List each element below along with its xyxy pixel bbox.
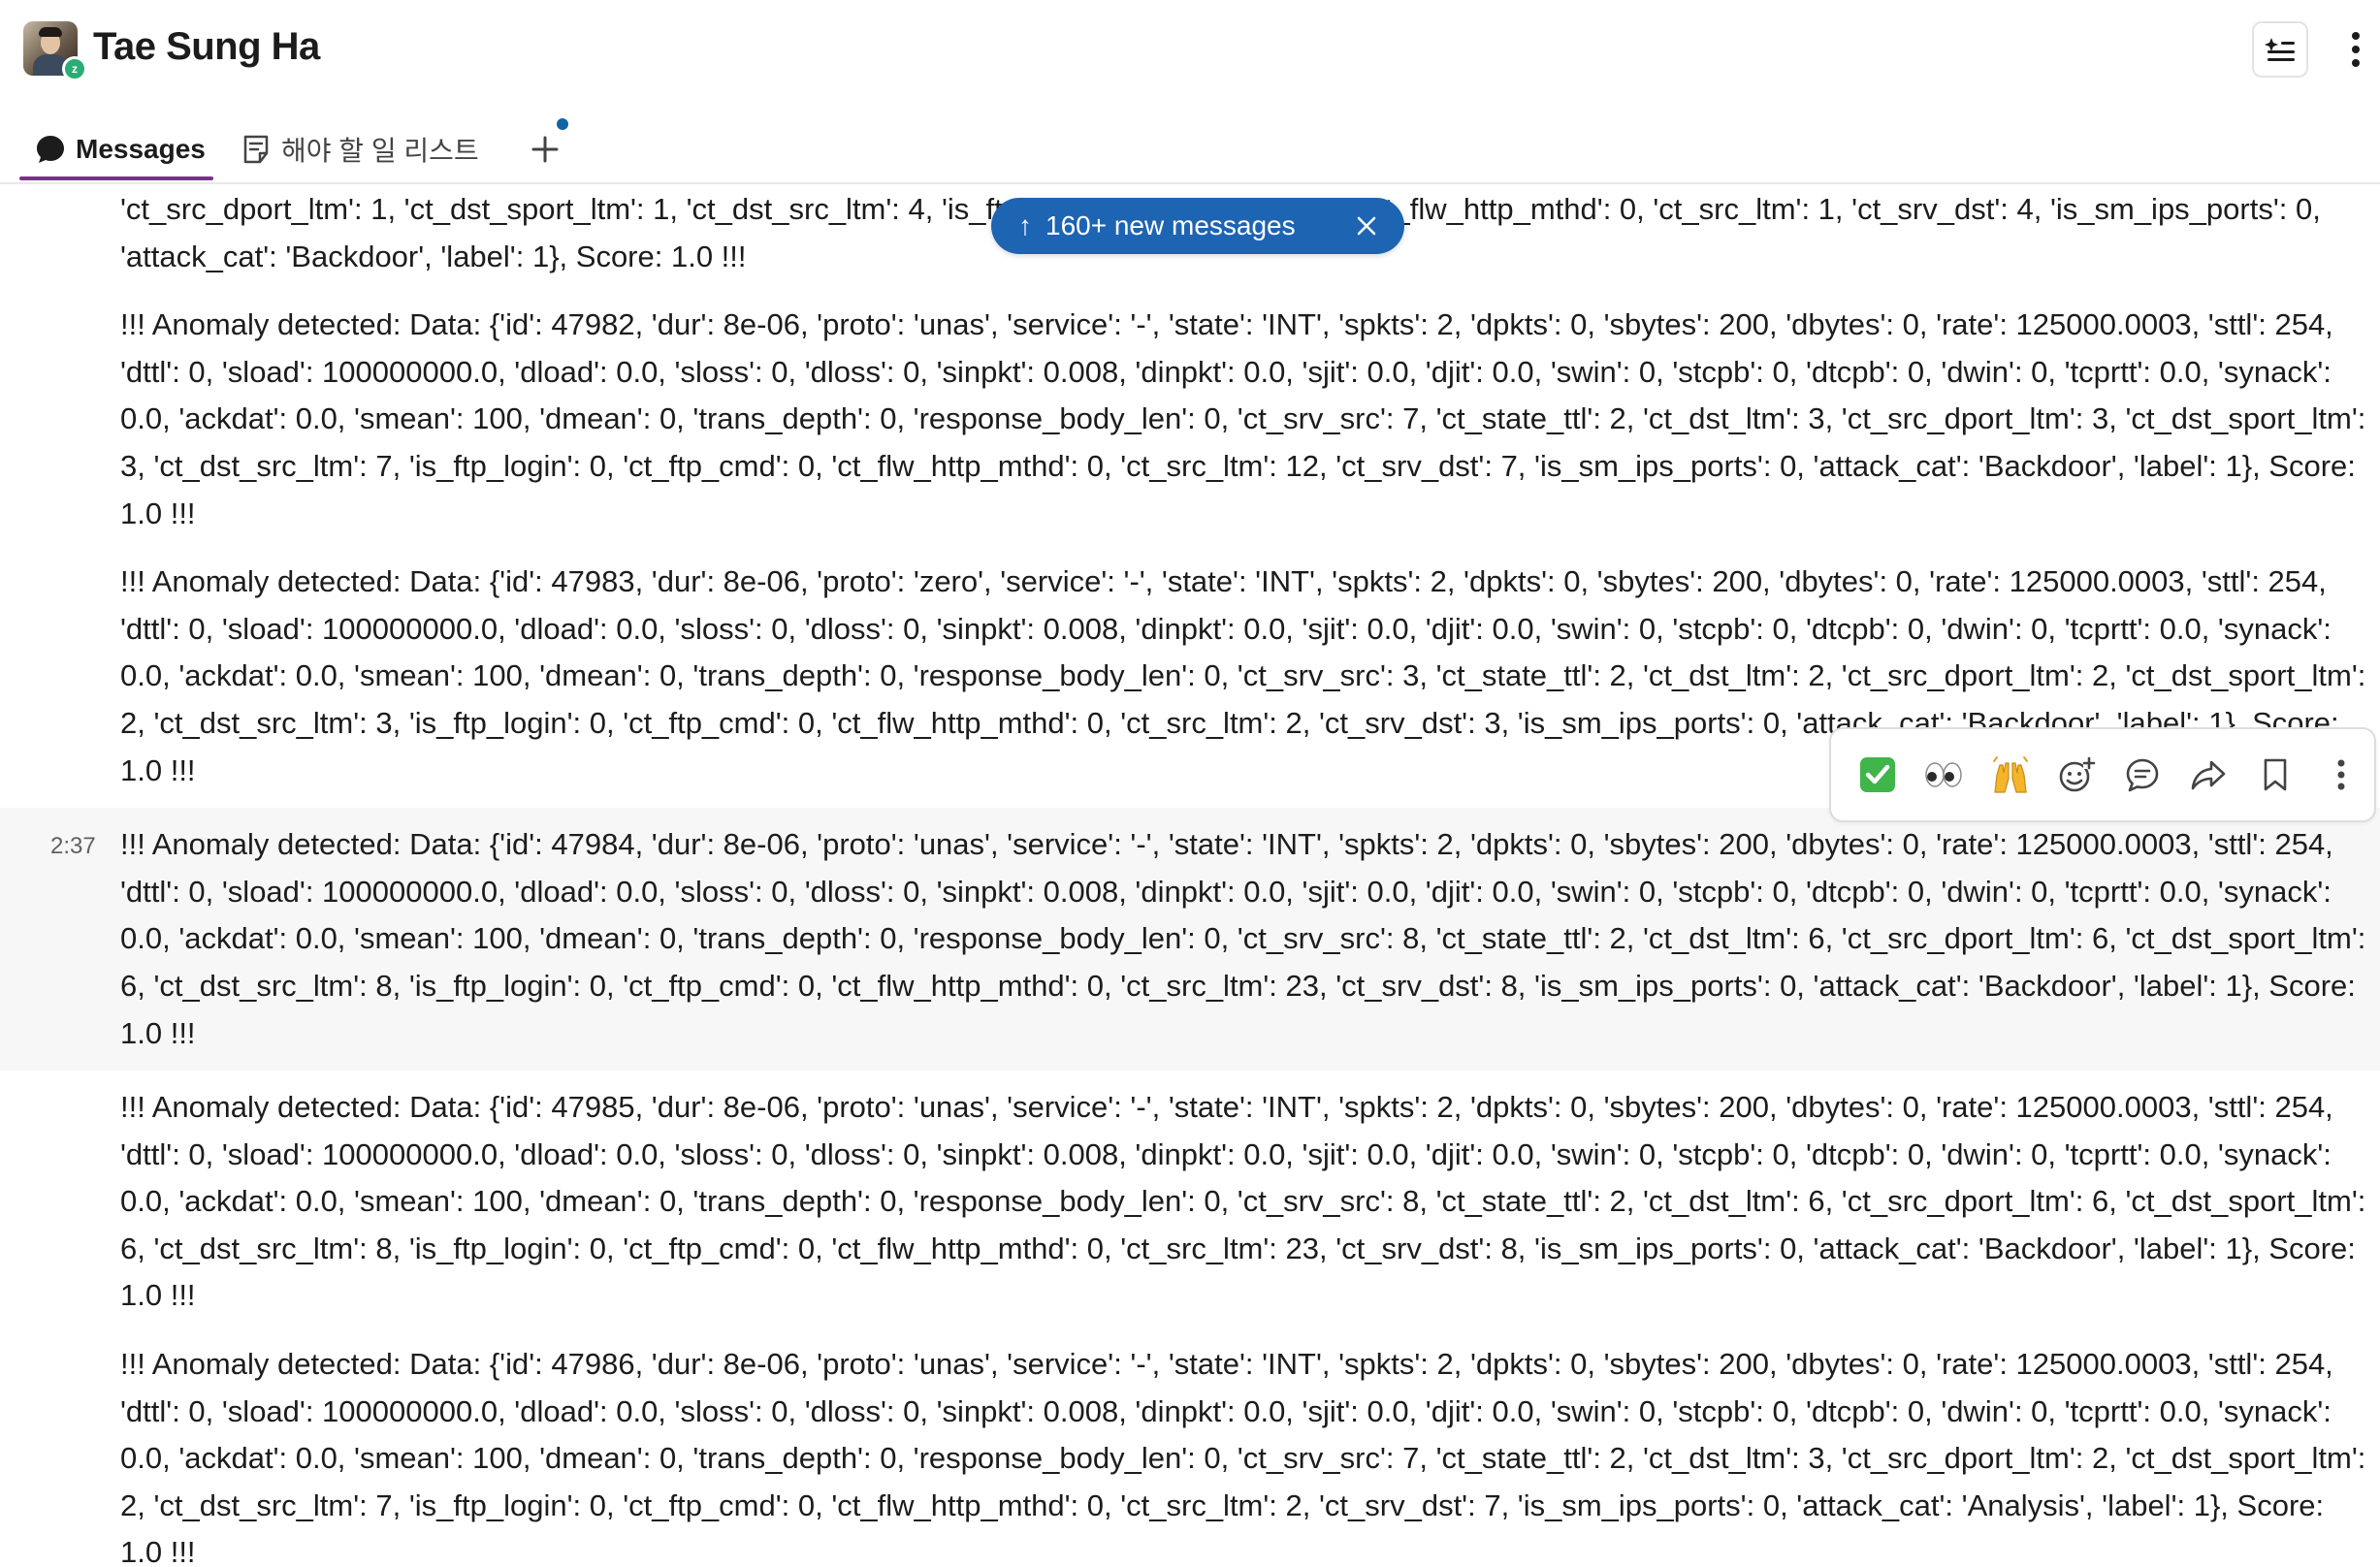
- bookmark-icon: [2264, 758, 2286, 791]
- message-bubble-icon: [37, 136, 64, 163]
- away-status-badge: z: [62, 56, 87, 81]
- add-reaction-button[interactable]: [2043, 741, 2109, 809]
- check-mark-reaction-button[interactable]: [1845, 741, 1911, 809]
- tab-messages[interactable]: Messages: [35, 122, 206, 176]
- arrow-up-icon: ↑: [1018, 210, 1032, 240]
- save-for-later-button[interactable]: [2242, 741, 2308, 809]
- new-messages-label: 160+ new messages: [1045, 210, 1296, 240]
- white-check-mark-icon: [1860, 757, 1896, 792]
- message-text: !!! Anomaly detected: Data: {'id': 47982…: [120, 307, 2366, 530]
- canvas-doc-icon: [243, 135, 269, 164]
- message-row-hovered[interactable]: 2:37 !!! Anomaly detected: Data: {'id': …: [0, 808, 2380, 1071]
- close-icon: [1357, 216, 1376, 236]
- forward-icon: [2192, 760, 2226, 790]
- eyes-icon: [1925, 762, 1963, 787]
- message-list: 'ct_src_dport_ltm': 1, 'ct_dst_sport_ltm…: [0, 184, 2380, 1567]
- tab-todo-label: 해야 할 일 리스트: [281, 136, 479, 166]
- message-row[interactable]: !!! Anomaly detected: Data: {'id': 47985…: [0, 1071, 2380, 1333]
- more-options-button[interactable]: [2333, 23, 2378, 76]
- new-feature-dot: [557, 118, 568, 130]
- active-tab-indicator: [19, 176, 213, 180]
- message-text: !!! Anomaly detected: Data: {'id': 47985…: [120, 1090, 2366, 1313]
- message-text: !!! Anomaly detected: Data: {'id': 47986…: [120, 1347, 2366, 1567]
- tab-messages-label: Messages: [76, 134, 206, 164]
- message-text: !!! Anomaly detected: Data: {'id': 47984…: [120, 827, 2366, 1050]
- vertical-ellipsis-icon: [2352, 32, 2360, 67]
- plus-icon: [531, 136, 559, 163]
- reply-in-thread-button[interactable]: [2109, 741, 2175, 809]
- raised-hands-reaction-button[interactable]: [1978, 741, 2043, 809]
- dismiss-banner-button[interactable]: [1350, 209, 1383, 242]
- new-messages-banner[interactable]: ↑ 160+ new messages: [991, 198, 1404, 254]
- message-row[interactable]: !!! Anomaly detected: Data: {'id': 47986…: [0, 1333, 2380, 1567]
- eyes-reaction-button[interactable]: [1911, 741, 1977, 809]
- dm-title[interactable]: Tae Sung Ha: [93, 25, 320, 69]
- thread-reply-icon: [2126, 758, 2159, 792]
- canvas-list-icon: [2265, 38, 2295, 61]
- canvas-button[interactable]: [2252, 21, 2308, 78]
- more-actions-button[interactable]: [2308, 741, 2374, 809]
- channel-header: z Tae Sung Ha: [0, 0, 2380, 102]
- add-reaction-icon: [2059, 756, 2096, 792]
- message-timestamp[interactable]: 2:37: [50, 833, 96, 860]
- tab-todo-list[interactable]: 해야 할 일 리스트: [241, 122, 479, 176]
- channel-tabs: Messages 해야 할 일 리스트: [0, 114, 2380, 184]
- raised-hands-icon: [1992, 756, 2028, 793]
- forward-message-button[interactable]: [2175, 741, 2241, 809]
- message-actions-toolbar: [1829, 727, 2376, 822]
- message-row[interactable]: !!! Anomaly detected: Data: {'id': 47982…: [0, 294, 2380, 551]
- avatar-hair: [39, 27, 62, 37]
- add-tab-button[interactable]: [524, 128, 566, 171]
- vertical-ellipsis-icon: [2337, 759, 2345, 790]
